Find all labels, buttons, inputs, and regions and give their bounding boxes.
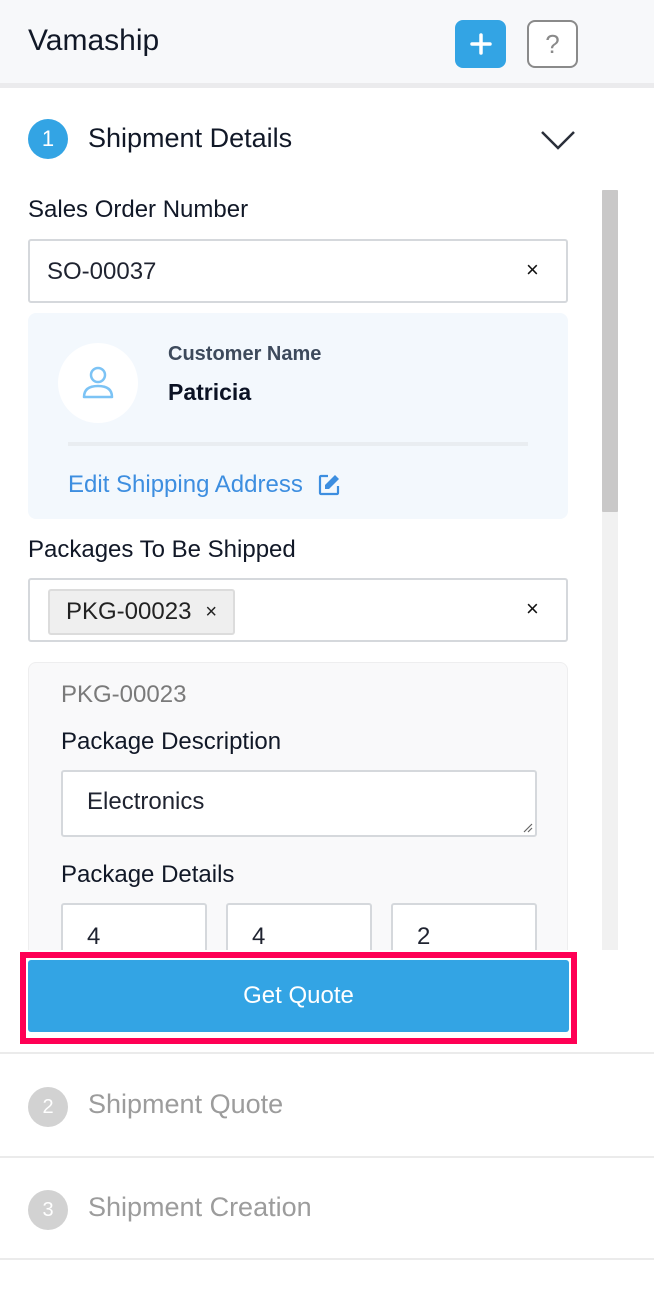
package-height-value: 2 [417,923,431,950]
resize-handle-icon[interactable] [521,821,533,833]
edit-shipping-address-label: Edit Shipping Address [68,471,303,498]
step-shipment-quote[interactable]: 2 Shipment Quote [0,1054,654,1154]
step-shipment-details[interactable]: 1 Shipment Details [0,93,654,193]
edit-icon [318,474,339,496]
package-description-value: Electronics [87,788,205,815]
remove-package-icon[interactable]: × [205,601,217,624]
add-button[interactable] [455,20,506,68]
package-card: PKG-00023 Package Description Electronic… [28,662,568,983]
help-icon: ? [545,28,560,59]
clear-packages-icon[interactable]: × [526,596,539,622]
package-chip-label: PKG-00023 [66,598,192,625]
step-number-badge: 1 [28,119,68,159]
step-shipment-creation[interactable]: 3 Shipment Creation [0,1157,654,1257]
avatar [58,343,138,423]
help-button[interactable]: ? [527,20,578,68]
plus-icon [469,33,492,55]
step-number-badge: 2 [28,1087,68,1127]
package-description-textarea[interactable]: Electronics [61,770,537,837]
package-description-label: Package Description [61,728,282,755]
scrollbar-thumb[interactable] [602,190,618,512]
get-quote-button[interactable]: Get Quote [28,960,569,1032]
sales-order-select[interactable]: SO-00037 × [28,239,568,303]
divider [0,1258,654,1260]
step-title: Shipment Creation [88,1192,312,1222]
step-title: Shipment Details [88,123,293,153]
package-id: PKG-00023 [61,681,187,708]
edit-shipping-address-link[interactable]: Edit Shipping Address [68,471,341,499]
chevron-down-icon[interactable] [540,129,576,151]
packages-label: Packages To Be Shipped [28,536,296,563]
sales-order-label: Sales Order Number [28,196,249,223]
packages-multiselect[interactable]: PKG-00023 × × [28,578,568,642]
app-title: Vamaship [28,24,160,57]
step-title: Shipment Quote [88,1089,284,1119]
customer-card: Customer Name Patricia Edit Shipping Add… [28,313,568,519]
clear-sales-order-icon[interactable]: × [526,257,539,283]
sales-order-value: SO-00037 [47,258,157,285]
customer-name: Patricia [168,379,252,405]
user-icon [82,366,114,399]
package-chip: PKG-00023 × [48,589,236,635]
step-number-badge: 3 [28,1190,68,1230]
package-length-value: 4 [87,923,101,950]
divider [68,442,528,446]
customer-name-label: Customer Name [168,343,322,365]
package-details-label: Package Details [61,861,235,888]
app-header: Vamaship ? [0,0,654,88]
get-quote-highlight: Get Quote [20,952,577,1044]
package-width-value: 4 [252,923,266,950]
